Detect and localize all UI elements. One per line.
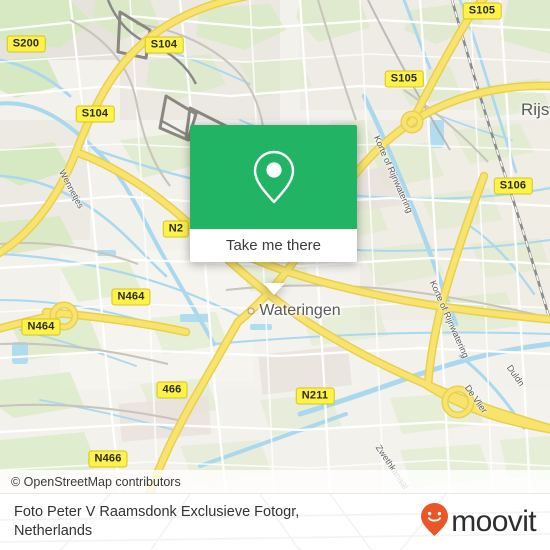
place-name-line1: Foto Peter V Raamsdonk Exclusieve Fotogr…	[14, 504, 300, 520]
place-label-wateringen: Wateringen	[259, 302, 341, 319]
map-attribution-bar: © OpenStreetMap contributors	[0, 470, 550, 493]
moovit-pin-icon	[420, 502, 449, 542]
road-shield[interactable]: S104	[75, 105, 115, 123]
road-shield[interactable]: N2	[162, 220, 190, 238]
road-shield[interactable]: N466	[88, 450, 128, 468]
take-me-there-label: Take me there	[225, 237, 322, 254]
road-shield[interactable]: S104	[144, 36, 184, 54]
location-callout[interactable]: Take me there	[190, 125, 357, 295]
moovit-wordmark: moovit	[451, 505, 536, 538]
road-shield[interactable]: 466	[156, 381, 188, 399]
place-label-rijswijk: Rijsw	[521, 100, 550, 119]
road-shield[interactable]: S105	[384, 70, 424, 88]
road-shield[interactable]: S106	[493, 177, 533, 195]
callout-pointer	[262, 283, 285, 295]
road-shield[interactable]: S105	[462, 2, 502, 20]
map-screenshot: S200 S104 S105 S105 S104 S106 N2 N464 N4…	[0, 0, 550, 550]
moovit-logo[interactable]: moovit	[420, 502, 537, 542]
footer-bar: Foto Peter V Raamsdonk Exclusieve Fotogr…	[0, 493, 550, 550]
road-shield[interactable]: S200	[6, 35, 46, 53]
osm-attribution-text[interactable]: © OpenStreetMap contributors	[11, 475, 181, 489]
callout-icon-area	[190, 125, 357, 229]
place-name-block: Foto Peter V Raamsdonk Exclusieve Fotogr…	[14, 503, 299, 541]
road-shield[interactable]: N464	[111, 288, 151, 306]
map-canvas[interactable]: S200 S104 S105 S105 S104 S106 N2 N464 N4…	[0, 0, 550, 493]
map-pin-icon	[252, 149, 296, 205]
take-me-there-button[interactable]: Take me there	[190, 229, 357, 262]
place-marker-dot	[247, 307, 255, 315]
road-shield[interactable]: N464	[21, 318, 61, 336]
road-shield[interactable]: N211	[295, 387, 335, 405]
place-name-line2: Netherlands	[14, 523, 93, 539]
